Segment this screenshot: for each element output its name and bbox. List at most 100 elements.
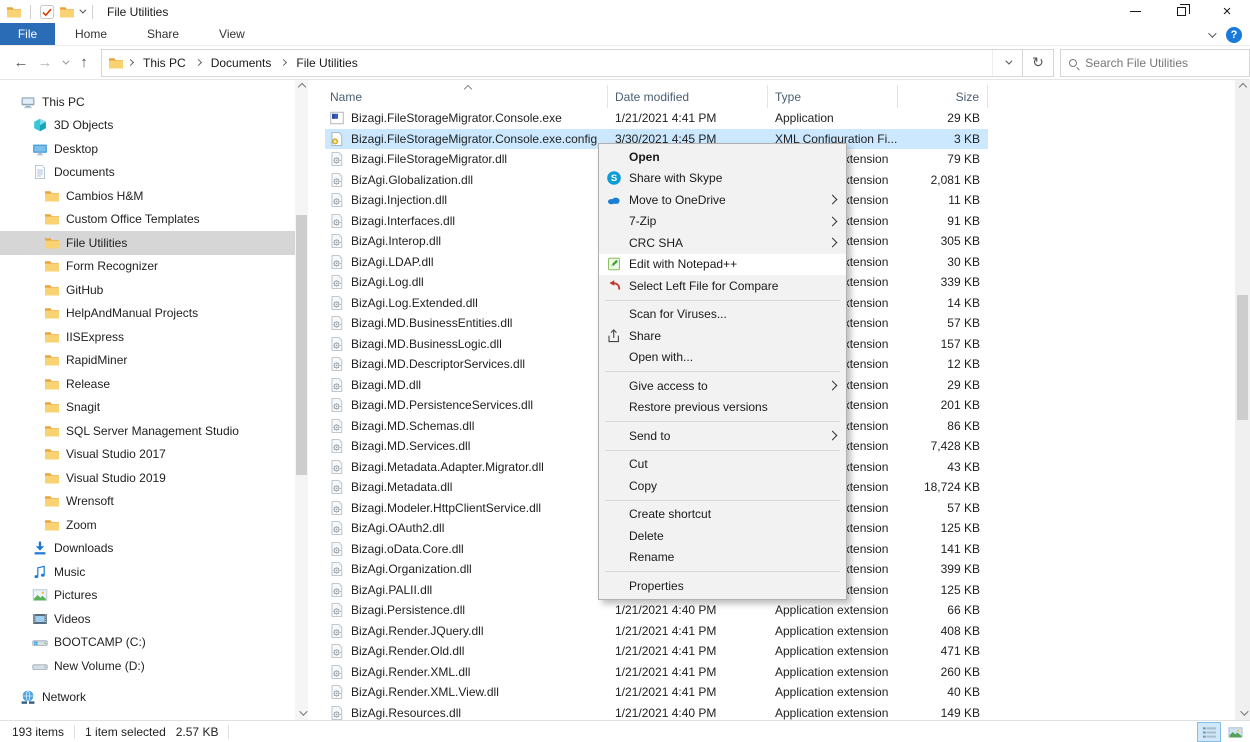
scroll-down-icon[interactable] — [1235, 706, 1250, 720]
column-header-name[interactable]: Name — [325, 85, 608, 108]
sidebar-item-new-volume-d[interactable]: New Volume (D:) — [0, 654, 295, 678]
breadcrumb-chevron-icon[interactable] — [127, 59, 134, 66]
ribbon-collapse-chevron-icon[interactable] — [1208, 29, 1216, 37]
back-button[interactable]: ← — [10, 54, 32, 71]
sidebar-item-3d-objects[interactable]: 3D Objects — [0, 114, 295, 138]
column-header-type[interactable]: Type — [768, 85, 898, 108]
sidebar-item-file-utilities[interactable]: File Utilities — [0, 231, 295, 255]
sidebar-item-wrensoft[interactable]: Wrensoft — [0, 490, 295, 514]
sidebar-item-bootcamp-c[interactable]: BOOTCAMP (C:) — [0, 631, 295, 655]
restore-button[interactable] — [1158, 0, 1204, 23]
new-folder-icon[interactable] — [59, 4, 75, 20]
sidebar-item-rapidminer[interactable]: RapidMiner — [0, 349, 295, 373]
menu-item-7-zip[interactable]: 7-Zip — [599, 211, 846, 233]
scroll-up-icon[interactable] — [295, 80, 308, 94]
customize-toolbar-chevron-icon[interactable] — [79, 7, 86, 14]
sidebar-item-network[interactable]: Network — [0, 686, 295, 710]
tab-view[interactable]: View — [199, 23, 265, 45]
sidebar-item-snagit[interactable]: Snagit — [0, 396, 295, 420]
nav-scrollbar-thumb[interactable] — [296, 215, 307, 475]
search-box[interactable] — [1060, 49, 1250, 77]
sidebar-item-documents[interactable]: Documents — [0, 161, 295, 185]
menu-item-delete[interactable]: Delete — [599, 525, 846, 547]
recent-locations-chevron-icon[interactable] — [62, 58, 69, 65]
sidebar-item-iisexpress[interactable]: IISExpress — [0, 325, 295, 349]
sidebar-item-pictures[interactable]: Pictures — [0, 584, 295, 608]
dll-file-icon — [329, 213, 345, 229]
up-button[interactable]: ↑ — [73, 54, 95, 71]
menu-item-create-shortcut[interactable]: Create shortcut — [599, 504, 846, 526]
breadcrumb-item-documents[interactable]: Documents — [205, 56, 278, 70]
menu-item-copy[interactable]: Copy — [599, 475, 846, 497]
list-scrollbar-thumb[interactable] — [1237, 295, 1248, 420]
file-size: 86 KB — [898, 419, 988, 433]
sidebar-item-zoom[interactable]: Zoom — [0, 513, 295, 537]
menu-item-edit-with-notepad[interactable]: Edit with Notepad++ — [599, 254, 846, 276]
tab-share[interactable]: Share — [127, 23, 199, 45]
sidebar-item-custom-office-templates[interactable]: Custom Office Templates — [0, 208, 295, 232]
sidebar-item-label: Cambios H&M — [66, 189, 143, 203]
menu-item-open-with[interactable]: Open with... — [599, 347, 846, 369]
sidebar-item-desktop[interactable]: Desktop — [0, 137, 295, 161]
breadcrumb-item-this-pc[interactable]: This PC — [137, 56, 192, 70]
breadcrumb-chevron-icon[interactable] — [280, 59, 287, 66]
file-row[interactable]: BizAgi.Render.XML.View.dll1/21/2021 4:41… — [325, 682, 988, 703]
menu-item-select-left-file-for-compare[interactable]: Select Left File for Compare — [599, 275, 846, 297]
menu-item-properties[interactable]: Properties — [599, 575, 846, 597]
sidebar-item-label: Desktop — [54, 142, 98, 156]
sidebar-item-sql-server-management-studio[interactable]: SQL Server Management Studio — [0, 419, 295, 443]
breadcrumb-item-file-utilities[interactable]: File Utilities — [290, 56, 363, 70]
file-row[interactable]: BizAgi.Render.XML.dll1/21/2021 4:41 PMAp… — [325, 662, 988, 683]
menu-item-restore-previous-versions[interactable]: Restore previous versions — [599, 397, 846, 419]
refresh-button[interactable]: ↻ — [1023, 49, 1055, 77]
column-header-size[interactable]: Size — [898, 85, 988, 108]
minimize-button[interactable] — [1112, 0, 1158, 23]
file-row[interactable]: Bizagi.FileStorageMigrator.Console.exe1/… — [325, 108, 988, 129]
close-button[interactable]: × — [1204, 0, 1250, 23]
file-row[interactable]: Bizagi.Persistence.dll1/21/2021 4:40 PMA… — [325, 600, 988, 621]
thumbnails-view-button[interactable] — [1224, 723, 1246, 741]
file-row[interactable]: BizAgi.Render.Old.dll1/21/2021 4:41 PMAp… — [325, 641, 988, 662]
menu-item-label: Create shortcut — [629, 507, 711, 521]
sidebar-item-music[interactable]: Music — [0, 560, 295, 584]
sidebar-item-downloads[interactable]: Downloads — [0, 537, 295, 561]
scroll-down-icon[interactable] — [295, 706, 308, 720]
breadcrumb-chevron-icon[interactable] — [195, 59, 202, 66]
search-input[interactable] — [1085, 56, 1241, 70]
sidebar-item-helpandmanual-projects[interactable]: HelpAndManual Projects — [0, 302, 295, 326]
details-view-button[interactable] — [1198, 723, 1220, 741]
menu-item-share[interactable]: Share — [599, 325, 846, 347]
sidebar-item-cambios-h-m[interactable]: Cambios H&M — [0, 184, 295, 208]
sidebar-item-visual-studio-2017[interactable]: Visual Studio 2017 — [0, 443, 295, 467]
sidebar-item-label: SQL Server Management Studio — [66, 424, 239, 438]
sidebar-item-videos[interactable]: Videos — [0, 607, 295, 631]
tab-home[interactable]: Home — [55, 23, 127, 45]
menu-item-send-to[interactable]: Send to — [599, 425, 846, 447]
tab-file[interactable]: File — [0, 23, 55, 45]
menu-item-scan-for-viruses[interactable]: Scan for Viruses... — [599, 304, 846, 326]
forward-button[interactable]: → — [34, 54, 56, 71]
compare-icon — [606, 278, 622, 294]
sidebar-item-release[interactable]: Release — [0, 372, 295, 396]
nav-scrollbar[interactable] — [295, 80, 308, 720]
file-name: BizAgi.Globalization.dll — [325, 172, 608, 188]
menu-item-rename[interactable]: Rename — [599, 547, 846, 569]
sidebar-item-github[interactable]: GitHub — [0, 278, 295, 302]
sidebar-item-visual-studio-2019[interactable]: Visual Studio 2019 — [0, 466, 295, 490]
properties-check-icon[interactable] — [39, 4, 55, 20]
help-icon[interactable]: ? — [1226, 27, 1242, 43]
menu-item-share-with-skype[interactable]: SShare with Skype — [599, 168, 846, 190]
address-dropdown-chevron-icon[interactable] — [1005, 58, 1012, 65]
sidebar-item-form-recognizer[interactable]: Form Recognizer — [0, 255, 295, 279]
file-row[interactable]: BizAgi.Render.JQuery.dll1/21/2021 4:41 P… — [325, 621, 988, 642]
address-field[interactable]: This PC Documents File Utilities — [101, 49, 1023, 77]
menu-item-crc-sha[interactable]: CRC SHA — [599, 232, 846, 254]
menu-item-give-access-to[interactable]: Give access to — [599, 375, 846, 397]
menu-item-open[interactable]: Open — [599, 146, 846, 168]
list-scrollbar[interactable] — [1235, 80, 1250, 720]
sidebar-item-this-pc[interactable]: This PC — [0, 90, 295, 114]
menu-item-move-to-onedrive[interactable]: Move to OneDrive — [599, 189, 846, 211]
menu-item-cut[interactable]: Cut — [599, 454, 846, 476]
scroll-up-icon[interactable] — [1235, 80, 1250, 94]
column-header-date-modified[interactable]: Date modified — [608, 85, 768, 108]
